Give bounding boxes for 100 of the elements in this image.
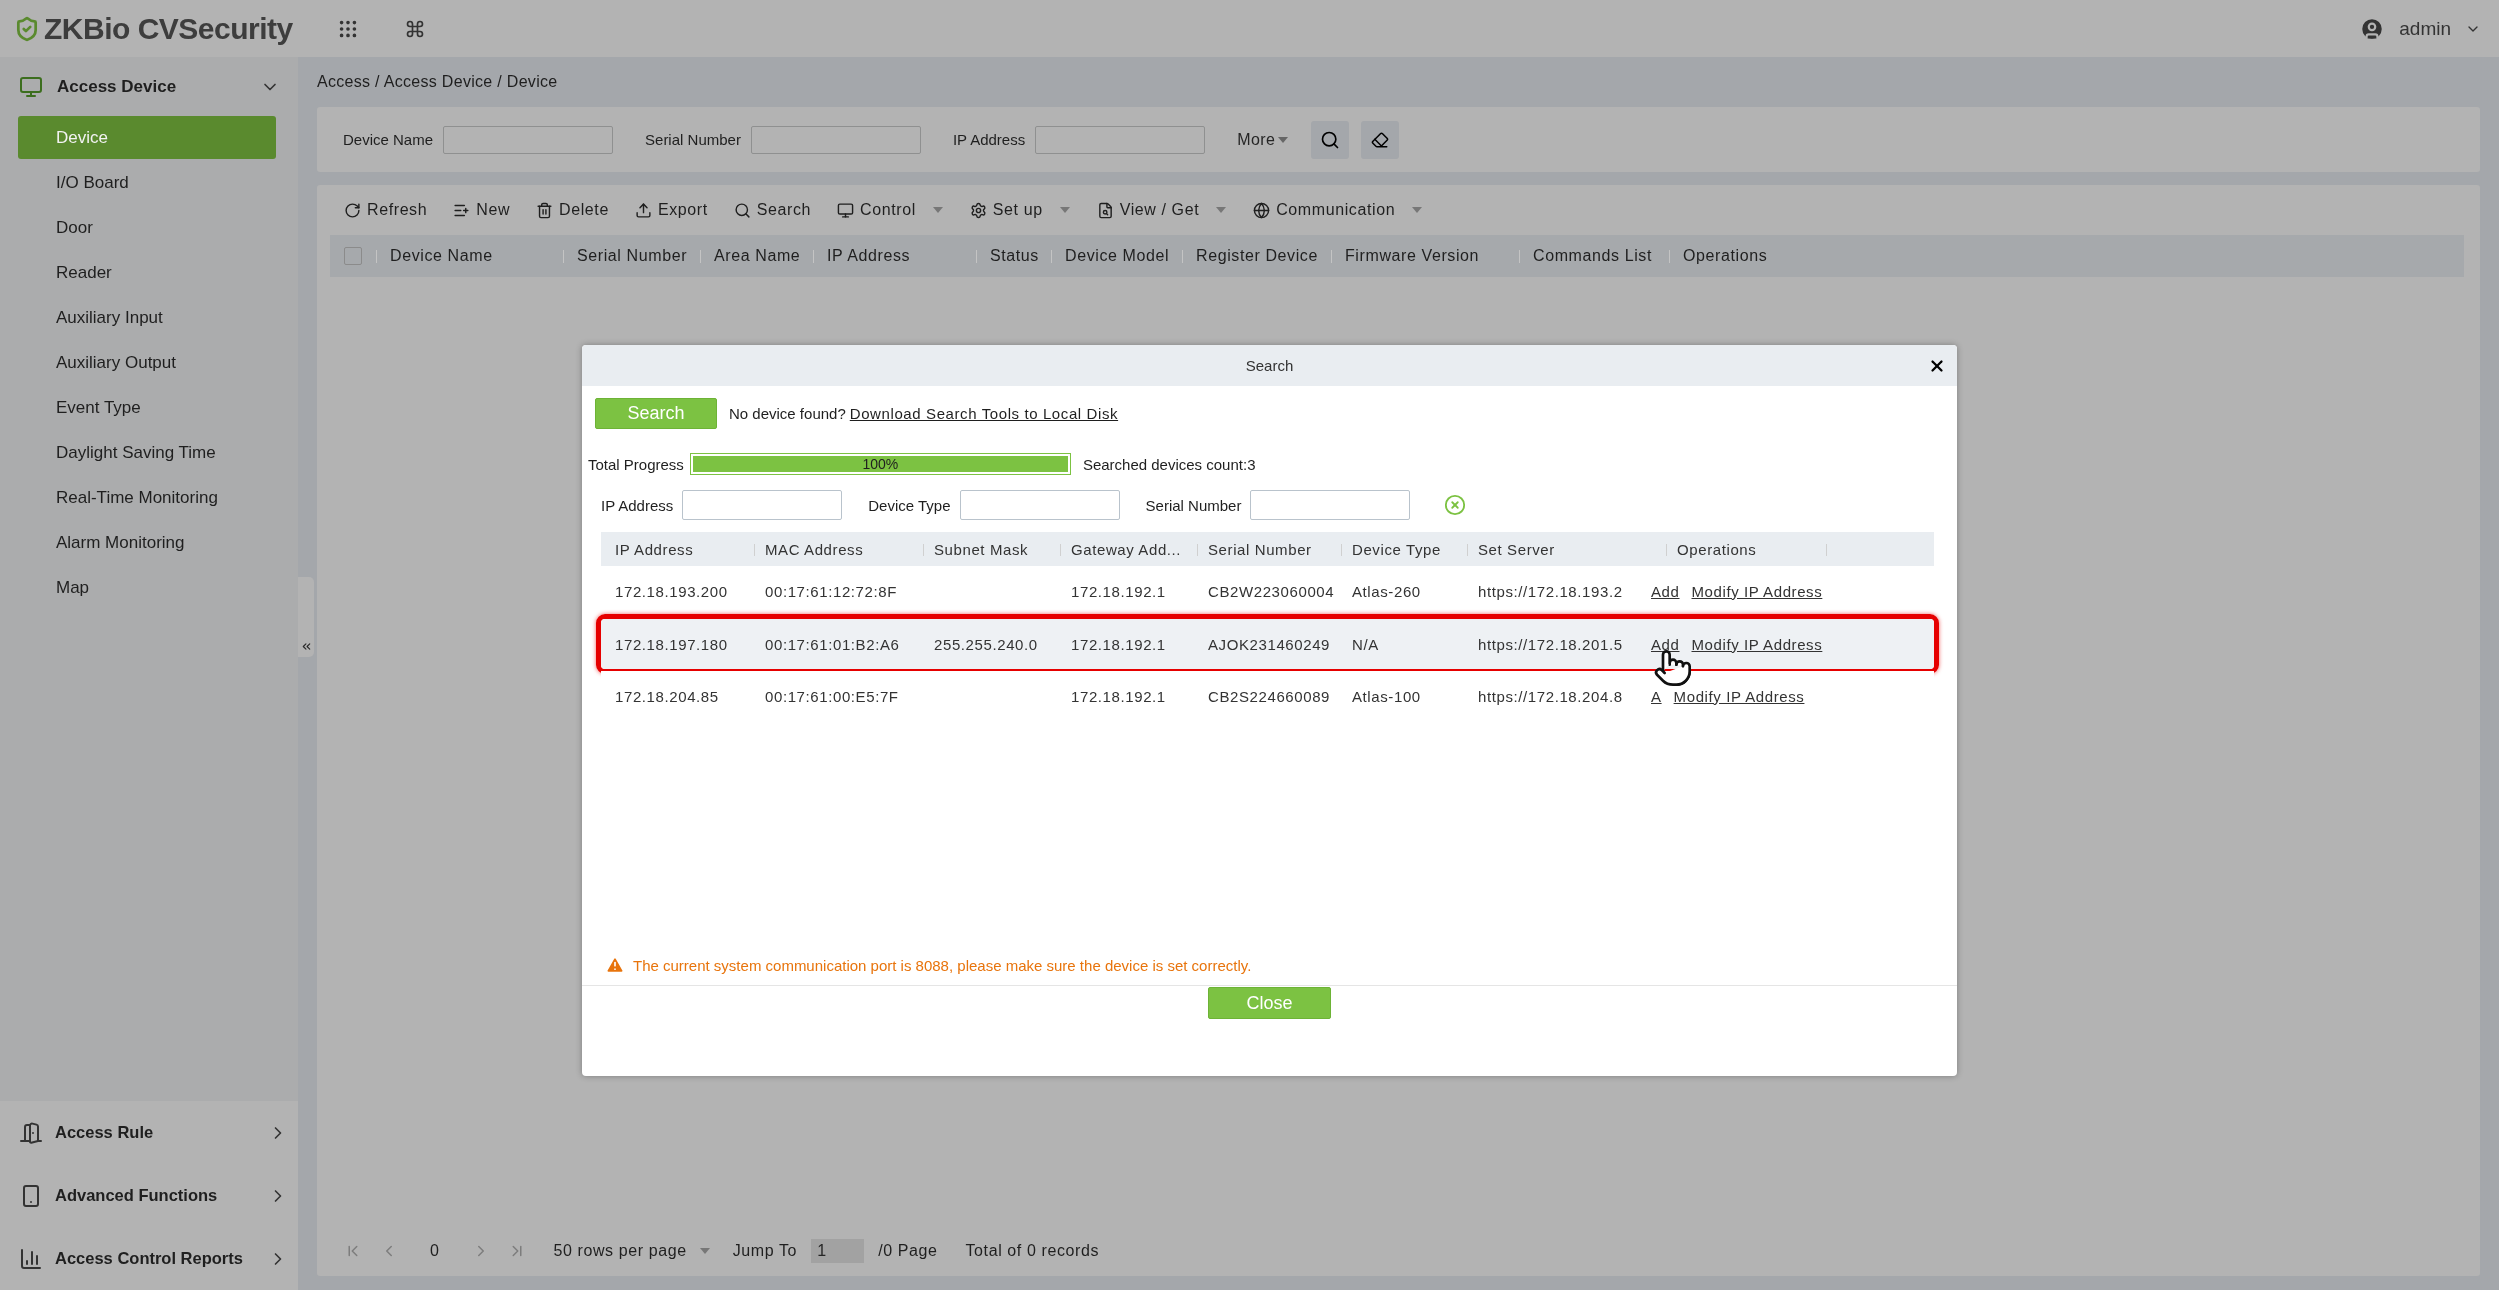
table-cell-text: 172.18.204.85 <box>615 687 720 705</box>
sidebar-item[interactable]: Event Type <box>18 386 276 429</box>
column-header: IP Address <box>615 540 765 558</box>
input-field[interactable] <box>1250 490 1411 520</box>
column-header: Device Model <box>1051 247 1182 265</box>
column-header: Device Type <box>1352 540 1478 558</box>
sidebar-section[interactable]: Advanced Functions <box>0 1164 298 1227</box>
progress-bar: 100% <box>689 453 1071 475</box>
jump-label: Jump To <box>732 1242 798 1260</box>
sidebar-item[interactable]: Auxiliary Input <box>18 296 276 339</box>
sidebar-item[interactable]: Map <box>18 566 276 609</box>
add-link[interactable]: A <box>1651 687 1662 705</box>
trash-icon <box>536 201 554 219</box>
toolbar-button[interactable]: Communication <box>1253 201 1424 219</box>
column-header: Status <box>976 247 1051 265</box>
rows-per-page-dropdown[interactable]: 50 rows per page <box>553 1242 687 1260</box>
filter-label: Device Type <box>868 496 951 514</box>
sidebar-section[interactable]: Access Control Reports <box>0 1227 298 1290</box>
table-cell-text: 00:17:61:00:E5:7F <box>765 687 900 705</box>
sidebar-item[interactable]: Door <box>18 206 276 249</box>
add-link[interactable]: Add <box>1651 582 1680 600</box>
sidebar-item[interactable]: Reader <box>18 251 276 294</box>
checkbox[interactable] <box>344 247 362 265</box>
table-cell-text: CB2S224660089 <box>1208 687 1332 705</box>
eraser-button[interactable] <box>1361 120 1400 159</box>
column-header: Serial Number <box>1208 540 1352 558</box>
input-field[interactable] <box>750 125 921 154</box>
clear-icon[interactable] <box>1444 494 1467 516</box>
toolbar-button[interactable]: Delete <box>536 201 609 219</box>
page-count: /0 Page <box>878 1242 938 1260</box>
modify-ip-link[interactable]: Modify IP Address <box>1691 635 1823 653</box>
input-field[interactable] <box>682 490 843 520</box>
column-header: Set Server <box>1478 540 1677 558</box>
collapse-handle[interactable] <box>298 577 314 657</box>
search-icon <box>1320 129 1341 150</box>
toolbar-button[interactable]: New <box>453 201 511 219</box>
caret-icon <box>1277 135 1290 144</box>
toolbar-button[interactable]: Export <box>634 201 708 219</box>
table-cell-text: https://172.18.193.2 <box>1478 582 1624 600</box>
search-icon <box>733 201 751 219</box>
table-cell-text: https://172.18.201.5 <box>1478 635 1624 653</box>
sidebar-group-header[interactable]: Access Device <box>0 57 298 116</box>
table-cell-text: 172.18.197.180 <box>615 635 729 653</box>
more-dropdown[interactable]: More <box>1237 130 1290 149</box>
search-button[interactable] <box>1311 120 1350 159</box>
notice-text: No device found? <box>729 405 846 422</box>
table-cell-text: 172.18.192.1 <box>1071 635 1167 653</box>
jump-input[interactable]: 1 <box>811 1239 865 1263</box>
add-link[interactable]: Add <box>1651 635 1680 653</box>
column-header: Firmware Version <box>1331 247 1519 265</box>
toolbar-button[interactable]: Set up <box>969 201 1071 219</box>
input-field[interactable] <box>443 125 614 154</box>
modify-ip-link[interactable]: Modify IP Address <box>1691 582 1823 600</box>
toolbar-button[interactable]: Refresh <box>344 201 428 219</box>
filter-label: Device Name <box>343 131 434 148</box>
toolbar-button[interactable]: View / Get <box>1096 201 1228 219</box>
monitor-icon <box>837 201 855 219</box>
logo: ZKBio CVSecurity <box>44 11 293 46</box>
download-link[interactable]: Download Search Tools to Local Disk <box>849 405 1119 422</box>
modify-ip-link[interactable]: Modify IP Address <box>1673 687 1805 705</box>
settings-icon <box>969 201 987 219</box>
toolbar-button[interactable]: Search <box>733 201 812 219</box>
sidebar-section[interactable]: Access Rule <box>0 1101 298 1164</box>
column-header: Operations <box>1669 247 1809 265</box>
column-header: Area Name <box>700 247 813 265</box>
warning-icon <box>605 955 625 975</box>
sidebar-item[interactable]: Device <box>18 116 276 159</box>
table-cell-text: https://172.18.204.8 <box>1478 687 1624 705</box>
eraser-icon <box>1371 130 1390 149</box>
input-field[interactable] <box>959 490 1120 520</box>
column-header: Operations <box>1677 540 1837 558</box>
table-cell-text: 00:17:61:01:B2:A6 <box>765 635 901 653</box>
dialog-title: Search <box>1245 357 1294 374</box>
table-cell-text: 172.18.192.1 <box>1071 687 1167 705</box>
caret-icon <box>1215 206 1228 214</box>
sidebar-item[interactable]: I/O Board <box>18 161 276 204</box>
sidebar-item[interactable]: Real-Time Monitoring <box>18 476 276 519</box>
table-cell-text: Atlas-100 <box>1352 687 1422 705</box>
caret-icon <box>1411 206 1424 214</box>
progress-label: Total Progress <box>588 455 684 473</box>
table-cell-text: 255.255.240.0 <box>934 635 1039 653</box>
table-cell-text: Atlas-260 <box>1352 582 1422 600</box>
sidebar-item[interactable]: Alarm Monitoring <box>18 521 276 564</box>
record-total: Total of 0 records <box>965 1242 1099 1260</box>
filter-label: Serial Number <box>1145 496 1242 514</box>
column-header: IP Address <box>813 247 976 265</box>
upload-icon <box>634 201 652 219</box>
table-cell-text: 172.18.192.1 <box>1071 582 1167 600</box>
caret-icon <box>698 1247 711 1255</box>
column-header: Gateway Add... <box>1071 540 1208 558</box>
column-header: Commands List <box>1519 247 1669 265</box>
toolbar-button[interactable]: Control <box>837 201 944 219</box>
sidebar-item[interactable]: Auxiliary Output <box>18 341 276 384</box>
user-name[interactable]: admin <box>2399 17 2451 40</box>
command-icon[interactable] <box>404 18 425 39</box>
caret-icon <box>931 206 944 214</box>
table-row[interactable]: 172.18.197.180 00:17:61:01:B2:A6 255.255.240.0 172.18.192.1 AJOK231460249 N/A https://172.18.201.5 Add Modify IP Address <box>601 619 1934 669</box>
column-header: Register Device <box>1182 247 1331 265</box>
input-field[interactable] <box>1035 125 1206 154</box>
sidebar-item[interactable]: Daylight Saving Time <box>18 431 276 474</box>
